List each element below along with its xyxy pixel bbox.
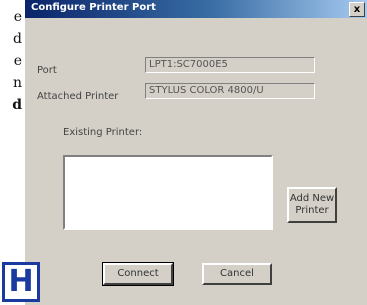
close-button[interactable]: x (349, 2, 365, 17)
doc-line: d (13, 31, 22, 47)
title-bar: Configure Printer Port x (25, 0, 367, 18)
dialog-title: Configure Printer Port (31, 2, 156, 13)
attached-printer-field: STYLUS COLOR 4800/U (145, 83, 315, 99)
configure-printer-port-dialog: Configure Printer Port x Port LPT1:SC700… (24, 0, 367, 305)
existing-printer-list[interactable] (63, 155, 273, 230)
doc-line: e (13, 9, 22, 25)
existing-printer-label: Existing Printer: (63, 127, 143, 138)
doc-line: e (13, 53, 22, 69)
connect-button[interactable]: Connect (102, 262, 174, 286)
close-icon: x (353, 4, 361, 15)
port-field: LPT1:SC7000E5 (145, 57, 315, 73)
attached-printer-label: Attached Printer (37, 91, 119, 102)
add-new-printer-button[interactable]: Add New Printer (287, 187, 337, 223)
doc-line: d (12, 97, 22, 113)
cancel-button[interactable]: Cancel (202, 263, 272, 285)
step-letter-badge: H (2, 262, 40, 302)
port-label: Port (37, 65, 57, 76)
doc-line: n (12, 75, 22, 91)
document-text-fragment: e d e n d (0, 0, 22, 116)
